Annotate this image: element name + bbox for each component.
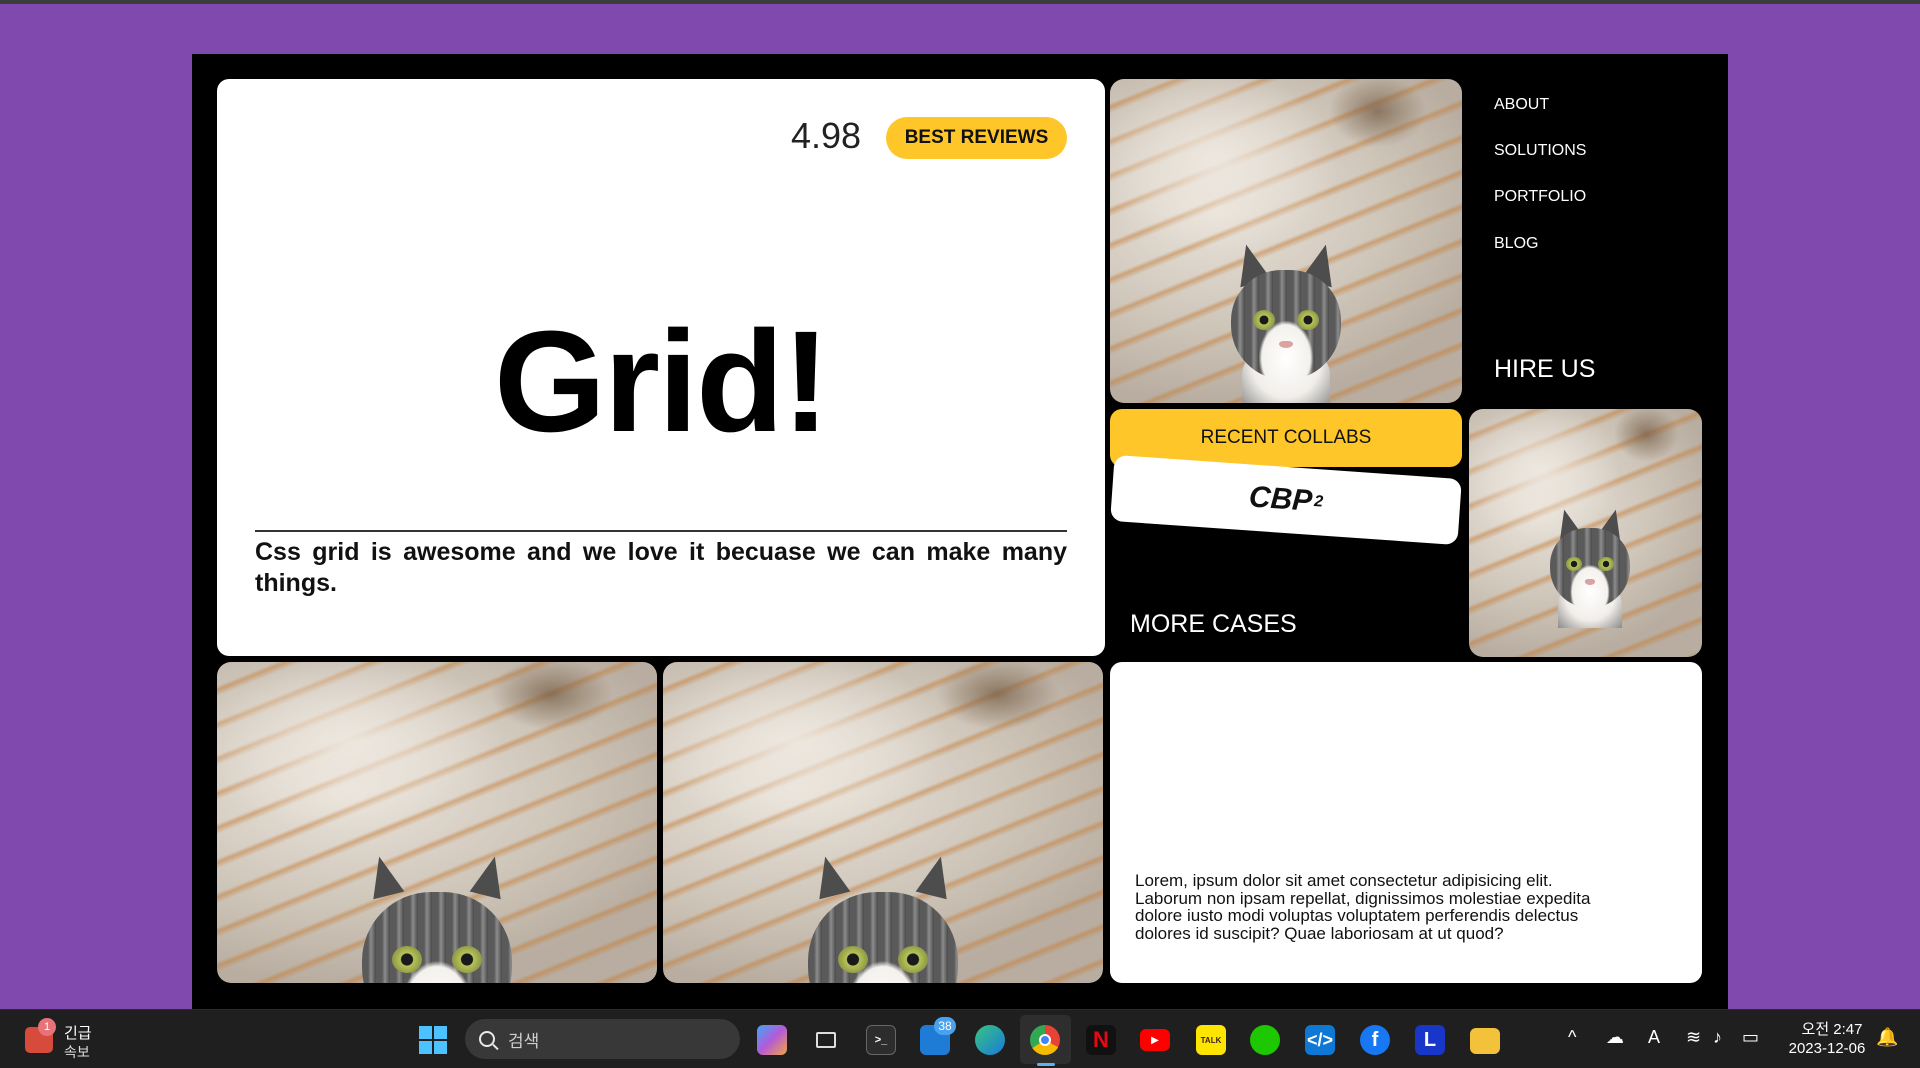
news-widget-subtitle[interactable]: 속보 bbox=[64, 1042, 90, 1062]
search-icon bbox=[479, 1031, 495, 1047]
hero-title: Grid! bbox=[494, 301, 830, 462]
hero-card: 4.98 BEST REVIEWS Grid! Css grid is awes… bbox=[217, 79, 1105, 656]
cloud-icon[interactable]: ☁ bbox=[1606, 1027, 1624, 1048]
hero-divider bbox=[255, 530, 1067, 532]
grid-page: 4.98 BEST REVIEWS Grid! Css grid is awes… bbox=[192, 54, 1728, 1009]
cat-figure bbox=[1548, 505, 1632, 628]
window-top-border bbox=[0, 0, 1920, 4]
cbp-brand-superscript: 2 bbox=[1313, 492, 1324, 511]
search-placeholder: 검색 bbox=[508, 1031, 540, 1051]
cat-figure bbox=[362, 852, 512, 983]
youtube-icon[interactable]: ▶ bbox=[1140, 1029, 1170, 1051]
rating-value: 4.98 bbox=[791, 115, 862, 156]
news-widget-title[interactable]: 긴급 bbox=[64, 1022, 92, 1043]
edge-icon[interactable] bbox=[975, 1025, 1005, 1055]
nav-about[interactable]: ABOUT bbox=[1494, 96, 1549, 114]
chrome-active-indicator bbox=[1037, 1063, 1055, 1066]
copilot-icon[interactable] bbox=[757, 1025, 787, 1055]
battery-icon[interactable]: ▭ bbox=[1742, 1027, 1759, 1048]
task-view-icon[interactable] bbox=[811, 1025, 841, 1055]
nav-portfolio[interactable]: PORTFOLIO bbox=[1494, 188, 1586, 206]
naver-icon[interactable] bbox=[1250, 1025, 1280, 1055]
windows-taskbar: 1 긴급 속보 검색 >_ 38 N ▶ TALK </> f L ^ ☁ A … bbox=[0, 1009, 1920, 1068]
ime-indicator[interactable]: A bbox=[1648, 1027, 1660, 1048]
chrome-icon[interactable] bbox=[1030, 1025, 1060, 1055]
clock-time[interactable]: 오전 2:47 bbox=[1797, 1018, 1867, 1039]
hire-us-link[interactable]: HIRE US bbox=[1494, 355, 1595, 384]
kakaotalk-icon[interactable]: TALK bbox=[1196, 1025, 1226, 1055]
more-cases-link[interactable]: MORE CASES bbox=[1130, 610, 1297, 639]
cat-photo-bottom-left bbox=[217, 662, 657, 983]
terminal-icon[interactable]: >_ bbox=[866, 1025, 896, 1055]
cbp-brand-card: CBP 2 bbox=[1110, 454, 1462, 546]
best-reviews-button[interactable]: BEST REVIEWS bbox=[886, 117, 1067, 159]
chevron-up-icon[interactable]: ^ bbox=[1568, 1027, 1576, 1048]
wifi-icon[interactable]: ≋ bbox=[1686, 1027, 1701, 1048]
hero-description: Css grid is awesome and we love it becua… bbox=[255, 538, 1067, 597]
cbp-brand-text: CBP bbox=[1247, 480, 1314, 518]
news-count-badge: 1 bbox=[38, 1018, 56, 1036]
taskbar-search[interactable]: 검색 bbox=[465, 1019, 740, 1059]
mail-count-badge: 38 bbox=[934, 1017, 956, 1035]
vscode-icon[interactable]: </> bbox=[1305, 1025, 1335, 1055]
nav-blog[interactable]: BLOG bbox=[1494, 235, 1538, 253]
notification-bell-icon[interactable]: 🔔 bbox=[1876, 1027, 1898, 1048]
cat-photo-right bbox=[1469, 409, 1702, 657]
facebook-icon[interactable]: f bbox=[1360, 1025, 1390, 1055]
lens-app-icon[interactable]: L bbox=[1415, 1025, 1445, 1055]
clock-date[interactable]: 2023-12-06 bbox=[1782, 1040, 1872, 1057]
cat-photo-bottom-middle bbox=[663, 662, 1103, 983]
volume-icon[interactable]: ♪ bbox=[1713, 1027, 1722, 1048]
file-explorer-icon[interactable] bbox=[1470, 1028, 1500, 1054]
lorem-card: Lorem, ipsum dolor sit amet consectetur … bbox=[1110, 662, 1702, 983]
nav-solutions[interactable]: SOLUTIONS bbox=[1494, 142, 1586, 160]
start-button[interactable] bbox=[419, 1026, 447, 1054]
netflix-icon[interactable]: N bbox=[1086, 1025, 1116, 1055]
cat-figure bbox=[808, 852, 958, 983]
cat-figure bbox=[1231, 240, 1341, 403]
lorem-text: Lorem, ipsum dolor sit amet consectetur … bbox=[1135, 871, 1591, 943]
cat-photo-top bbox=[1110, 79, 1462, 403]
